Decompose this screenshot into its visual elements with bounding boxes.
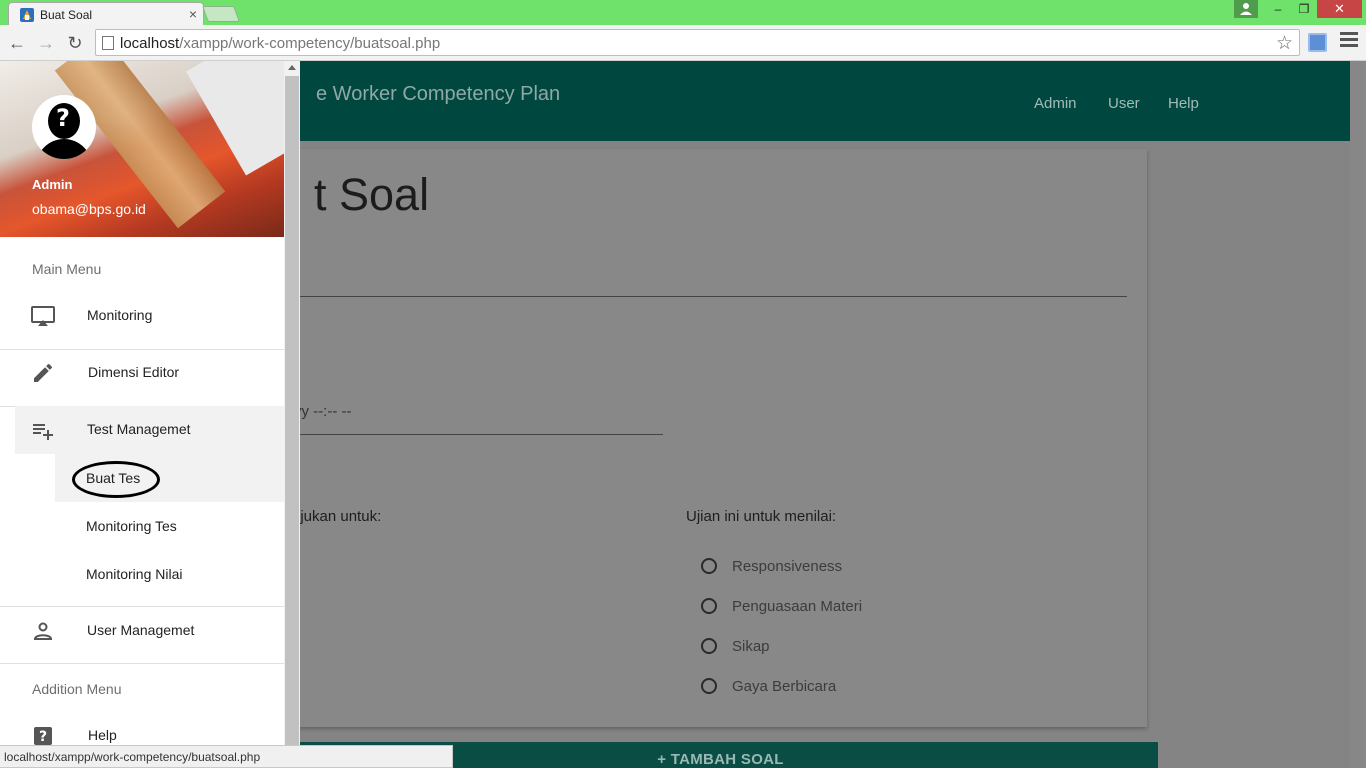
subitem-monitoring-nilai[interactable]: Monitoring Nilai xyxy=(86,566,182,582)
app-title: e Worker Competency Plan xyxy=(316,83,561,105)
page-scrollbar[interactable] xyxy=(1350,61,1366,768)
radio-responsiveness[interactable] xyxy=(701,558,717,574)
tab-close-icon[interactable]: × xyxy=(189,6,197,22)
browser-menu-icon[interactable] xyxy=(1340,32,1358,52)
criteria-option-label: Sikap xyxy=(732,638,770,655)
profile-switcher-icon[interactable] xyxy=(1234,0,1258,18)
criteria-label: Ujian ini untuk menilai: xyxy=(686,508,837,525)
menu-item-label: User Managemet xyxy=(87,622,195,638)
criteria-option-label: Penguasaan Materi xyxy=(732,598,863,615)
addition-menu-header: Addition Menu xyxy=(32,681,122,697)
profile-header: ? Admin obama@bps.go.id xyxy=(0,61,284,237)
pencil-icon xyxy=(34,364,52,382)
annotation-ellipse xyxy=(72,461,160,498)
scrollbar-thumb[interactable] xyxy=(285,76,299,746)
drawer-scrollbar[interactable] xyxy=(284,61,300,768)
radio-gaya-berbicara[interactable] xyxy=(701,678,717,694)
profile-email: obama@bps.go.id xyxy=(32,201,146,217)
url-path: /xampp/work-competency/buatsoal.php xyxy=(179,35,441,52)
subitem-monitoring-tes[interactable]: Monitoring Tes xyxy=(86,518,177,534)
browser-toolbar: ← → ↻ localhost/xampp/work-competency/bu… xyxy=(0,25,1366,61)
reload-button[interactable]: ↻ xyxy=(64,32,86,54)
navigation-drawer: ? Admin obama@bps.go.id Main Menu Monito… xyxy=(0,61,284,768)
datetime-input[interactable]: yy --:-- -- xyxy=(294,403,351,420)
menu-item-test-managemet[interactable]: Test Managemet xyxy=(0,406,284,454)
restore-button[interactable]: ❐ xyxy=(1290,0,1318,18)
tab-title: Buat Soal xyxy=(40,8,93,22)
page-viewport: e Worker Competency Plan Admin User Help… xyxy=(0,61,1366,768)
criteria-option-label: Gaya Berbicara xyxy=(732,678,837,695)
airplay-icon xyxy=(31,306,55,326)
tab-favicon-icon xyxy=(20,8,34,22)
avatar[interactable]: ? xyxy=(32,95,96,159)
scroll-up-icon[interactable] xyxy=(288,65,296,70)
svg-text:?: ? xyxy=(39,729,47,745)
menu-item-label: Help xyxy=(88,727,117,743)
target-label: ujukan untuk: xyxy=(292,508,382,525)
criteria-option-label: Responsiveness xyxy=(732,558,843,575)
title-input-underline[interactable] xyxy=(283,296,1127,297)
menu-item-dimensi-editor[interactable]: Dimensi Editor xyxy=(0,349,284,397)
person-icon xyxy=(33,622,53,640)
url-text: localhost/xampp/work-competency/buatsoal… xyxy=(120,35,440,52)
nav-help[interactable]: Help xyxy=(1168,95,1199,112)
back-button[interactable]: ← xyxy=(6,32,28,54)
menu-item-label: Monitoring xyxy=(87,307,153,323)
page-icon xyxy=(102,36,114,50)
datetime-underline xyxy=(283,434,663,435)
extension-icon[interactable] xyxy=(1308,33,1327,52)
nav-admin[interactable]: Admin xyxy=(1034,95,1077,112)
address-bar[interactable]: localhost/xampp/work-competency/buatsoal… xyxy=(95,29,1300,56)
bookmark-star-icon[interactable]: ☆ xyxy=(1276,32,1293,55)
main-menu-header: Main Menu xyxy=(32,261,102,277)
playlist-add-icon xyxy=(33,424,53,440)
nav-user[interactable]: User xyxy=(1108,95,1140,112)
menu-item-label: Dimensi Editor xyxy=(88,364,180,380)
menu-divider xyxy=(0,663,284,664)
forward-button[interactable]: → xyxy=(35,32,57,54)
profile-name: Admin xyxy=(32,177,73,192)
radio-sikap[interactable] xyxy=(701,638,717,654)
url-host: localhost xyxy=(120,35,180,52)
menu-item-label: Test Managemet xyxy=(87,421,191,437)
browser-tab[interactable]: Buat Soal × xyxy=(8,2,204,26)
close-window-button[interactable]: ✕ xyxy=(1317,0,1362,18)
page-title: t Soal xyxy=(314,169,430,220)
browser-titlebar: Buat Soal × – ❐ ✕ xyxy=(0,0,1366,26)
status-bar: localhost/xampp/work-competency/buatsoal… xyxy=(0,745,453,768)
radio-penguasaan-materi[interactable] xyxy=(701,598,717,614)
new-tab-button[interactable] xyxy=(202,6,240,22)
minimize-button[interactable]: – xyxy=(1264,0,1292,18)
menu-item-user-managemet[interactable]: User Managemet xyxy=(0,607,284,655)
menu-item-monitoring[interactable]: Monitoring xyxy=(0,292,284,340)
